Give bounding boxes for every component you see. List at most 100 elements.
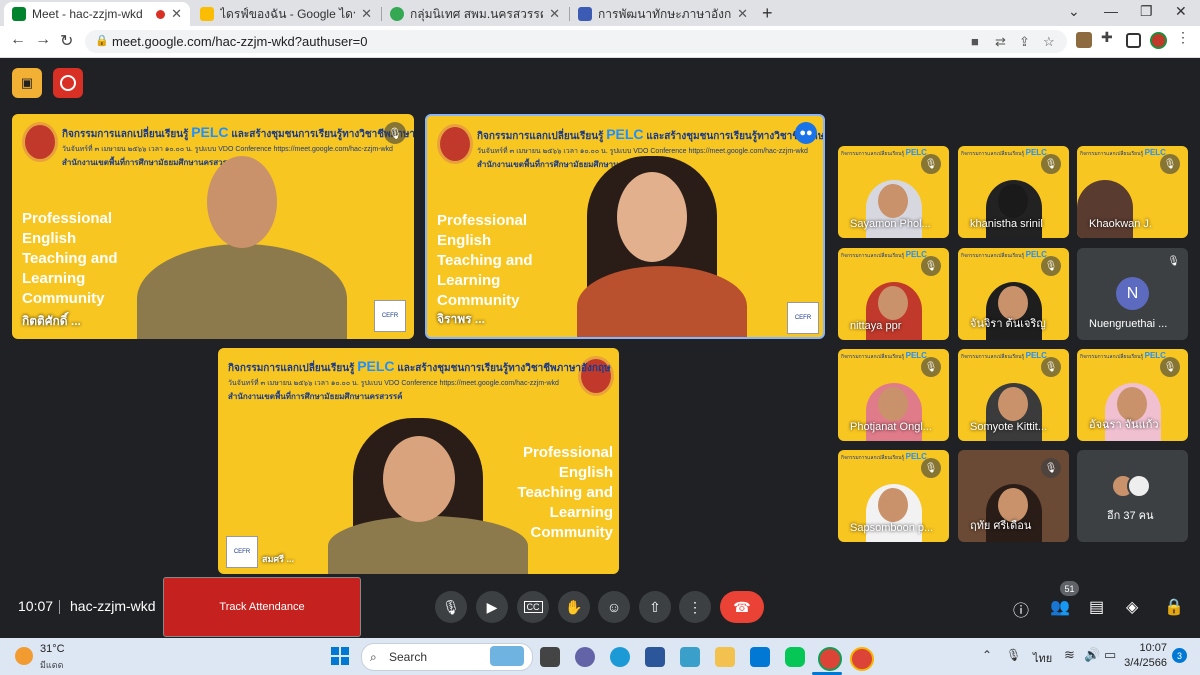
- tab-supervision[interactable]: กลุ่มนิเทศ สพม.นครสวรรค์ ✕: [382, 2, 568, 26]
- grid-tile-8[interactable]: กิจกรรมการแลกเปลี่ยนเรียนรู้ PELC 🎙 Somy…: [958, 349, 1069, 441]
- task-view-icon[interactable]: [540, 647, 560, 667]
- notification-badge[interactable]: 3: [1172, 648, 1187, 663]
- share-icon[interactable]: ⇪: [1019, 34, 1030, 50]
- chrome-profile-icon[interactable]: [850, 647, 874, 671]
- volume-icon[interactable]: 🔊: [1084, 647, 1100, 663]
- more-participants-tile[interactable]: อีก 37 คน: [1077, 450, 1188, 542]
- participant-face: [878, 286, 908, 320]
- line-icon[interactable]: [785, 647, 805, 667]
- host-controls-icon[interactable]: 🔒: [1164, 597, 1184, 617]
- captions-button[interactable]: CC: [517, 591, 549, 623]
- reactions-button[interactable]: ☺: [598, 591, 630, 623]
- taskbar-time[interactable]: 10:07: [1127, 642, 1167, 654]
- grid-tile-6[interactable]: N 🎙 Nuengruethai ...: [1077, 248, 1188, 340]
- puzzle-icon[interactable]: ✚: [1101, 29, 1117, 45]
- track-attendance-button[interactable]: Track Attendance: [163, 577, 361, 637]
- close-tab-icon[interactable]: ✕: [549, 6, 560, 22]
- chrome-icon[interactable]: [818, 647, 842, 671]
- teams-icon[interactable]: [575, 647, 595, 667]
- word-icon[interactable]: [645, 647, 665, 667]
- lock-icon: 🔒: [95, 35, 109, 47]
- grid-tile-1[interactable]: กิจกรรมการแลกเปลี่ยนเรียนรู้ PELC 🎙 Saya…: [838, 146, 949, 238]
- mic-button[interactable]: 🎙: [435, 591, 467, 623]
- raise-hand-button[interactable]: ✋: [558, 591, 590, 623]
- mail-icon[interactable]: [750, 647, 770, 667]
- tab-strip: Meet - hac-zzjm-wkd ✕ ไดรฟ์ของฉัน - Goog…: [0, 0, 1200, 26]
- input-language[interactable]: ไทย: [1033, 649, 1052, 667]
- participant-name: Khaokwan J.: [1089, 218, 1152, 230]
- side-panel-icon[interactable]: [1126, 33, 1141, 48]
- tab-forms[interactable]: การพัฒนาทักษะภาษาอังกฤษ English ✕: [570, 2, 756, 26]
- captions-off-button[interactable]: ▣: [12, 68, 42, 98]
- grid-tile-3[interactable]: กิจกรรมการแลกเปลี่ยนเรียนรู้ PELC 🎙 Khao…: [1077, 146, 1188, 238]
- camera-button[interactable]: ▶: [476, 591, 508, 623]
- grid-tile-10[interactable]: กิจกรรมการแลกเปลี่ยนเรียนรู้ PELC 🎙 Saps…: [838, 450, 949, 542]
- bookmark-star-icon[interactable]: ☆: [1043, 34, 1055, 50]
- close-tab-icon[interactable]: ✕: [361, 6, 372, 22]
- tab-title: Meet - hac-zzjm-wkd: [32, 7, 143, 21]
- omnibox[interactable]: 🔒 meet.google.com/hac-zzjm-wkd?authuser=…: [85, 30, 1067, 53]
- camera-icon[interactable]: ■: [971, 34, 979, 49]
- leave-call-button[interactable]: ☎: [720, 591, 764, 623]
- recording-button[interactable]: [53, 68, 83, 98]
- minimize-button[interactable]: —: [1104, 3, 1118, 19]
- grid-tile-9[interactable]: กิจกรรมการแลกเปลี่ยนเรียนรู้ PELC 🎙 อัจฉ…: [1077, 349, 1188, 441]
- record-icon: [60, 75, 76, 91]
- new-tab-button[interactable]: +: [762, 3, 773, 24]
- video-tile-2[interactable]: กิจกรรมการแลกเปลี่ยนเรียนรู้ PELC และสร้…: [425, 114, 825, 339]
- start-icon[interactable]: [331, 647, 349, 665]
- profile-avatar[interactable]: [1150, 32, 1167, 49]
- battery-icon[interactable]: ▭: [1104, 647, 1116, 663]
- meeting-time: 10:07: [18, 598, 54, 614]
- taskbar-search[interactable]: ⌕ Search: [361, 643, 533, 671]
- tab-search-icon[interactable]: ⌄: [1068, 3, 1080, 20]
- present-button[interactable]: ⇧: [639, 591, 671, 623]
- grid-tile-7[interactable]: กิจกรรมการแลกเปลี่ยนเรียนรู้ PELC 🎙 Phot…: [838, 349, 949, 441]
- edge-icon[interactable]: [610, 647, 630, 667]
- grid-tile-2[interactable]: กิจกรรมการแลกเปลี่ยนเรียนรู้ PELC 🎙 khan…: [958, 146, 1069, 238]
- chat-icon[interactable]: ▤: [1089, 597, 1104, 617]
- participant-name: khanistha srinil: [970, 218, 1043, 230]
- back-button[interactable]: ←: [10, 31, 26, 49]
- grid-tile-5[interactable]: กิจกรรมการแลกเปลี่ยนเรียนรู้ PELC 🎙 จันจ…: [958, 248, 1069, 340]
- close-tab-icon[interactable]: ✕: [171, 6, 182, 22]
- tray-mic-icon[interactable]: 🎙: [1006, 648, 1021, 662]
- info-icon[interactable]: ⓘ: [1013, 597, 1029, 621]
- mic-off-icon: 🎙: [921, 154, 941, 174]
- participant-video: [137, 244, 347, 339]
- video-tile-3[interactable]: กิจกรรมการแลกเปลี่ยนเรียนรู้ PELC และสร้…: [218, 348, 619, 574]
- close-window-button[interactable]: ✕: [1175, 3, 1187, 20]
- no-video-icon: ▣: [20, 75, 34, 90]
- weather-sun-icon[interactable]: [15, 647, 33, 665]
- people-icon[interactable]: 👥: [1050, 597, 1070, 617]
- tab-meet[interactable]: Meet - hac-zzjm-wkd ✕: [4, 2, 190, 26]
- tray-chevron-icon[interactable]: ⌃: [982, 648, 992, 662]
- captions-icon: CC: [523, 601, 543, 613]
- wifi-icon[interactable]: ≋: [1064, 647, 1075, 663]
- reload-button[interactable]: ↻: [60, 31, 73, 51]
- activities-icon[interactable]: ◈: [1126, 597, 1138, 617]
- address-bar-row: ← → ↻ 🔒 meet.google.com/hac-zzjm-wkd?aut…: [0, 26, 1200, 58]
- l-app-icon[interactable]: [680, 647, 700, 667]
- extension-icon[interactable]: [1076, 32, 1092, 48]
- tab-drive[interactable]: ไดรฟ์ของฉัน - Google ไดรฟ์ ✕: [192, 2, 380, 26]
- menu-icon[interactable]: ⋮: [1176, 29, 1192, 45]
- close-tab-icon[interactable]: ✕: [737, 6, 748, 22]
- taskbar-date[interactable]: 3/4/2566: [1122, 657, 1167, 669]
- grid-tile-11[interactable]: 🎙 ฤทัย ศรีเดือน: [958, 450, 1069, 542]
- more-options-button[interactable]: ⋮: [679, 591, 711, 623]
- slide-title: Professional English Teaching and Learni…: [22, 210, 118, 307]
- file-explorer-icon[interactable]: [715, 647, 735, 667]
- grid-tile-4[interactable]: กิจกรรมการแลกเปลี่ยนเรียนรู้ PELC 🎙 nitt…: [838, 248, 949, 340]
- participant-name: Nuengruethai ...: [1089, 318, 1168, 330]
- mic-off-icon: 🎙: [1041, 357, 1061, 377]
- translate-icon[interactable]: ⇄: [995, 34, 1006, 50]
- forward-button[interactable]: →: [35, 31, 51, 49]
- participant-face: [383, 436, 455, 522]
- restore-button[interactable]: ❐: [1140, 3, 1153, 20]
- video-tile-1[interactable]: กิจกรรมการแลกเปลี่ยนเรียนรู้ PELC และสร้…: [12, 114, 414, 339]
- emoji-icon: ☺: [606, 599, 622, 615]
- participant-name: จิราพร ...: [437, 312, 485, 326]
- school-seal-icon: [437, 124, 473, 164]
- participant-name: Sayamon Phol...: [850, 218, 931, 230]
